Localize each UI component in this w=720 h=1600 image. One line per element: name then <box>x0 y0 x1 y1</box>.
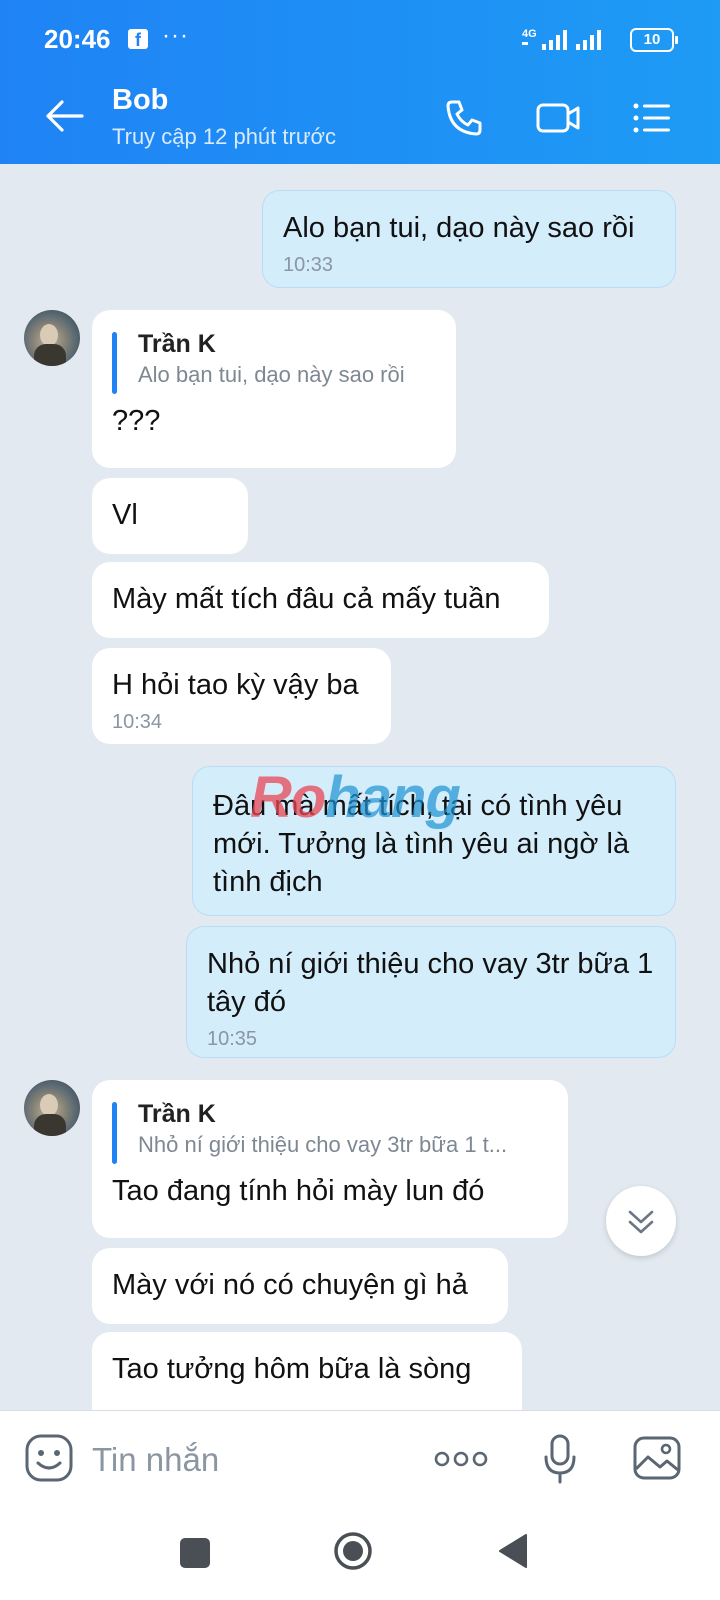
menu-list-icon[interactable] <box>632 98 672 138</box>
message-bubble-received[interactable]: Mày với nó có chuyện gì hả <box>92 1248 508 1324</box>
message-text: Nhỏ ní giới thiệu cho vay 3tr bữa 1 tây … <box>207 948 654 1018</box>
message-bubble-received[interactable]: H hỏi tao kỳ vậy ba 10:34 <box>92 648 391 744</box>
recent-apps-button[interactable] <box>180 1538 210 1568</box>
avatar[interactable] <box>24 310 80 366</box>
double-chevron-down-icon <box>628 1210 654 1234</box>
message-bubble-received[interactable]: Mày mất tích đâu cả mấy tuần <box>92 562 549 638</box>
scroll-to-bottom-button[interactable] <box>606 1186 676 1256</box>
contact-name[interactable]: Bob <box>112 84 168 117</box>
avatar[interactable] <box>24 1080 80 1136</box>
back-arrow-icon[interactable] <box>44 98 84 134</box>
quote-text: Nhỏ ní giới thiệu cho vay 3tr bữa 1 t... <box>138 1132 508 1157</box>
signal-4g-icon: 4G <box>522 28 567 50</box>
signal-icon <box>576 30 601 50</box>
battery-icon: 10 <box>630 28 678 52</box>
facebook-icon: f <box>128 29 148 50</box>
chat-header: 20:46 f ··· 4G 10 Bob Truy cập 12 phút t… <box>0 0 720 164</box>
watermark-logo: Rohang <box>250 764 461 831</box>
system-navigation-bar <box>0 1510 720 1600</box>
message-bubble-received[interactable]: Trần K Nhỏ ní giới thiệu cho vay 3tr bữa… <box>92 1080 568 1238</box>
message-time: 10:35 <box>207 1028 258 1050</box>
status-bar: 20:46 f ··· 4G 10 <box>0 0 720 78</box>
quote-author: Trần K <box>138 330 216 358</box>
message-text: H hỏi tao kỳ vậy ba <box>112 669 359 701</box>
more-options-icon[interactable] <box>434 1447 488 1471</box>
video-call-icon[interactable] <box>536 98 580 138</box>
image-gallery-icon[interactable] <box>632 1435 682 1481</box>
message-bubble-received[interactable]: Tao tưởng hôm bữa là sòng <box>92 1332 522 1410</box>
message-time: 10:34 <box>112 711 163 733</box>
reply-quote[interactable]: Trần K Alo bạn tui, dạo này sao rồi <box>112 328 436 394</box>
message-text: Tao đang tính hỏi mày lun đó <box>112 1175 485 1207</box>
message-bubble-sent[interactable]: Alo bạn tui, dạo này sao rồi 10:33 <box>262 190 676 288</box>
reply-quote[interactable]: Trần K Nhỏ ní giới thiệu cho vay 3tr bữa… <box>112 1098 548 1164</box>
message-text: Vl <box>112 499 138 531</box>
message-text: Mày mất tích đâu cả mấy tuần <box>112 583 501 615</box>
quote-author: Trần K <box>138 1100 216 1128</box>
watermark-part2: hang <box>325 765 461 830</box>
back-button[interactable] <box>496 1532 530 1570</box>
phone-call-icon[interactable] <box>444 98 484 138</box>
message-input-bar: Tin nhắn <box>0 1410 720 1511</box>
message-text: ??? <box>112 405 161 437</box>
microphone-icon[interactable] <box>542 1433 578 1485</box>
status-time: 20:46 <box>44 24 111 54</box>
message-input[interactable]: Tin nhắn <box>92 1441 219 1479</box>
emoji-sticker-icon[interactable] <box>24 1433 74 1483</box>
watermark-part1: Ro <box>250 765 326 830</box>
home-button[interactable] <box>332 1530 374 1572</box>
last-seen: Truy cập 12 phút trước <box>112 124 336 149</box>
message-bubble-received[interactable]: Trần K Alo bạn tui, dạo này sao rồi ??? <box>92 310 456 468</box>
message-text: Alo bạn tui, dạo này sao rồi <box>283 212 635 244</box>
quote-text: Alo bạn tui, dạo này sao rồi <box>138 362 405 387</box>
message-bubble-sent[interactable]: Nhỏ ní giới thiệu cho vay 3tr bữa 1 tây … <box>186 926 676 1058</box>
message-bubble-received[interactable]: Vl <box>92 478 248 554</box>
message-text: Mày với nó có chuyện gì hả <box>112 1269 468 1301</box>
message-text: Tao tưởng hôm bữa là sòng <box>112 1353 472 1385</box>
more-notifications-icon: ··· <box>162 22 189 49</box>
message-time: 10:33 <box>283 254 334 276</box>
svg-text:4G: 4G <box>522 28 537 40</box>
